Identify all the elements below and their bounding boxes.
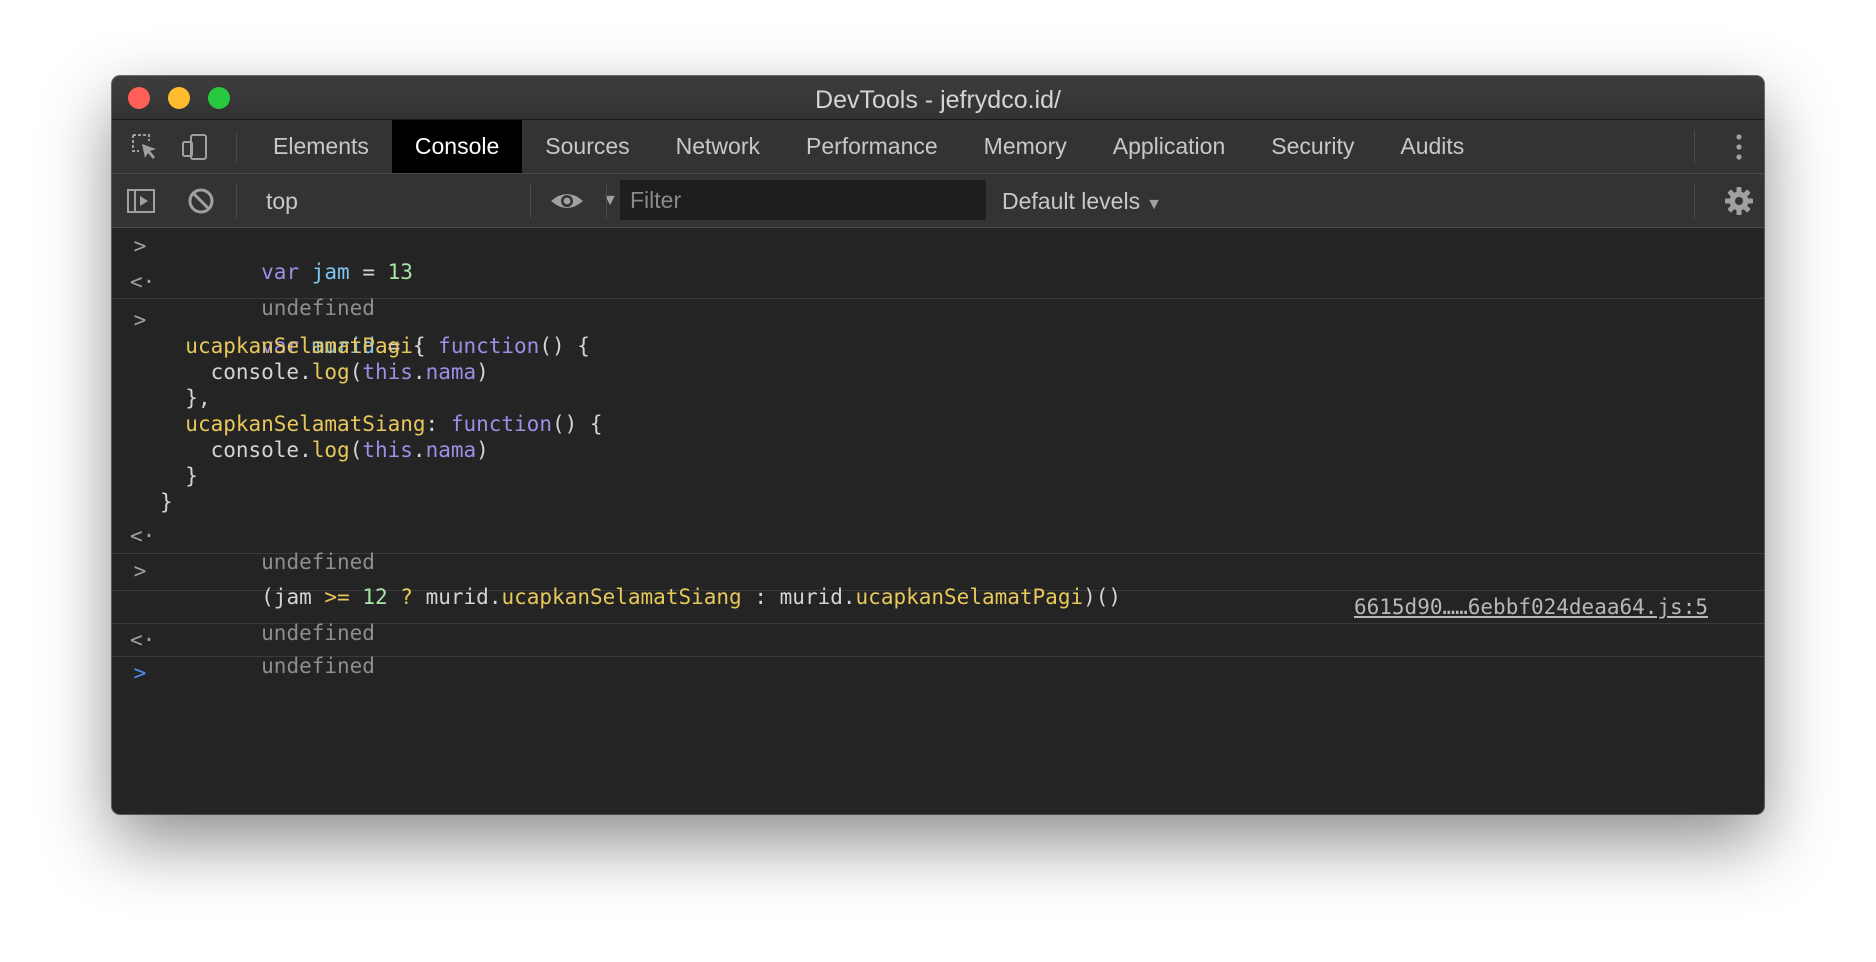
tab-console[interactable]: Console: [391, 120, 523, 173]
prompt-line[interactable]: >: [112, 660, 1764, 686]
punctuation: (: [349, 438, 363, 462]
tab-application[interactable]: Application: [1090, 120, 1249, 173]
tab-elements[interactable]: Elements: [250, 120, 392, 173]
panel-tabs: Elements Console Sources Network Perform…: [250, 120, 1487, 173]
console-toolbar: top ▼ Default levels ▼: [112, 174, 1764, 228]
punctuation: ): [476, 360, 489, 384]
console-result-entry: <· undefined: [112, 624, 1764, 678]
code-line: > var jam = 13: [112, 233, 1764, 284]
punctuation: () {: [551, 412, 603, 436]
input-prompt-icon: >: [133, 234, 147, 258]
punctuation: }: [185, 464, 198, 488]
identifier: console: [210, 438, 300, 462]
panel-tab-bar: Elements Console Sources Network Perform…: [112, 120, 1764, 174]
code-line: },: [112, 385, 1764, 411]
punctuation: .: [299, 438, 312, 462]
show-sidebar-icon[interactable]: [126, 186, 156, 216]
punctuation: },: [185, 386, 211, 410]
punctuation: .: [412, 360, 426, 384]
source-location-link[interactable]: 6615d90……6ebbf024deaa64.js:5: [1354, 594, 1708, 620]
property-name: nama: [425, 438, 477, 462]
tab-sources[interactable]: Sources: [522, 120, 652, 173]
tab-security[interactable]: Security: [1248, 120, 1377, 173]
tab-network[interactable]: Network: [653, 120, 783, 173]
console-input-entry: > var jam = 13 <· undefined: [112, 228, 1764, 320]
code-line: <· undefined: [112, 269, 1764, 320]
more-options-icon[interactable]: [1729, 132, 1749, 162]
code-line: > var murid = {: [112, 307, 1764, 358]
code-line: ucapkanSelamatPagi: function() {: [112, 333, 1764, 359]
keyword: function: [438, 334, 540, 358]
result-arrow-icon: <·: [130, 270, 156, 294]
result-arrow-icon: <·: [130, 628, 156, 652]
keyword: this: [362, 360, 413, 384]
log-levels-label: Default levels: [1002, 188, 1141, 214]
filter-input[interactable]: [620, 180, 986, 220]
punctuation: .: [299, 360, 312, 384]
tab-bar-separator-right: [1694, 130, 1695, 164]
code-line: console.log(this.nama): [112, 359, 1764, 385]
code-line: ucapkanSelamatSiang: function() {: [112, 411, 1764, 437]
identifier: console: [210, 360, 300, 384]
log-line: undefined 6615d90……6ebbf024deaa64.js:5: [112, 594, 1764, 645]
live-expression-eye-icon[interactable]: [549, 186, 585, 216]
tab-bar-separator: [236, 132, 237, 162]
input-prompt-icon: >: [133, 308, 147, 332]
punctuation: .: [412, 438, 426, 462]
toolbar-separator: [606, 184, 607, 218]
dropdown-arrow-icon: ▼: [1146, 196, 1162, 213]
toolbar-separator-right: [1694, 184, 1695, 218]
code-line: }: [112, 489, 1764, 515]
code-line: > (jam >= 12 ? murid.ucapkanSelamatSiang …: [112, 558, 1764, 609]
tab-memory[interactable]: Memory: [961, 120, 1090, 173]
clear-console-icon[interactable]: [186, 186, 216, 216]
console-messages[interactable]: > var jam = 13 <· undefined > var murid = {…: [112, 228, 1764, 814]
method-name: log: [311, 438, 350, 462]
property-name: ucapkanSelamatSiang: [185, 412, 426, 436]
log-levels-dropdown[interactable]: Default levels ▼: [1002, 184, 1162, 218]
console-input-entry: > (jam >= 12 ? murid.ucapkanSelamatSiang …: [112, 554, 1764, 609]
punctuation: }: [160, 490, 173, 514]
toolbar-separator: [236, 184, 237, 218]
execution-context-value: top: [266, 188, 298, 214]
device-toolbar-icon[interactable]: [180, 132, 210, 162]
property-name: nama: [425, 360, 477, 384]
code-line: }: [112, 463, 1764, 489]
window-title: DevTools - jefrydco.id/: [815, 86, 1061, 114]
punctuation: (: [349, 360, 363, 384]
keyword: this: [362, 438, 413, 462]
input-prompt-icon: >: [133, 559, 147, 583]
punctuation: () {: [539, 334, 590, 358]
toolbar-separator: [530, 184, 531, 218]
property-name: ucapkanSelamatPagi: [185, 334, 413, 358]
dropdown-arrow-icon: ▼: [602, 192, 618, 209]
punctuation: ): [476, 438, 489, 462]
console-prompt[interactable]: >: [112, 657, 1764, 689]
console-input-entry: > var murid = { ucapkanSelamatPagi: funct…: [112, 299, 1764, 574]
keyword: function: [450, 412, 552, 436]
console-log-message: undefined 6615d90……6ebbf024deaa64.js:5: [112, 591, 1764, 645]
punctuation: :: [412, 334, 439, 358]
settings-gear-icon[interactable]: [1724, 186, 1754, 216]
active-prompt-icon: >: [133, 661, 147, 685]
devtools-window: DevTools - jefrydco.id/ Elements Console…: [112, 76, 1764, 814]
code-line: <· undefined: [112, 627, 1764, 678]
tab-audits[interactable]: Audits: [1377, 120, 1487, 173]
result-arrow-icon: <·: [130, 524, 156, 548]
inspect-element-icon[interactable]: [130, 132, 160, 162]
code-line: <· undefined: [112, 523, 1764, 574]
punctuation: :: [425, 412, 451, 436]
tab-performance[interactable]: Performance: [783, 120, 961, 173]
code-line: console.log(this.nama): [112, 437, 1764, 463]
method-name: log: [311, 360, 350, 384]
title-bar: DevTools - jefrydco.id/: [112, 76, 1764, 120]
